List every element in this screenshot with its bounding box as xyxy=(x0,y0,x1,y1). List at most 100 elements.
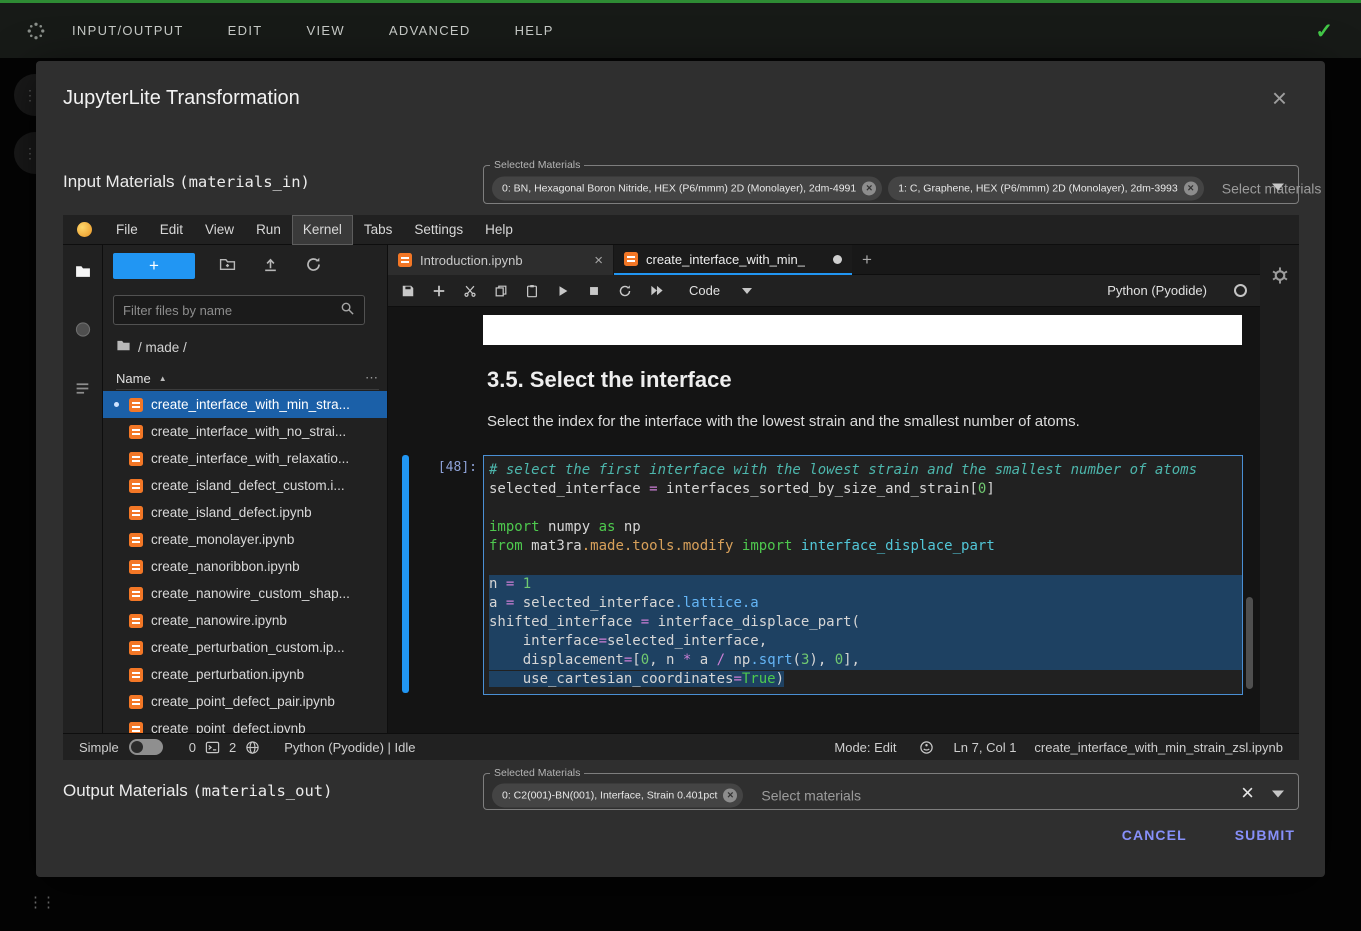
file-browser-actions xyxy=(219,256,322,276)
file-list-item[interactable]: create_monolayer.ipynb xyxy=(103,526,387,553)
topbar-menu-edit[interactable]: EDIT xyxy=(228,23,263,38)
input-materials-select[interactable]: Selected Materials 0: BN, Hexagonal Boro… xyxy=(483,159,1299,204)
code-editor[interactable]: # select the first interface with the lo… xyxy=(489,461,1242,689)
ellipsis-icon[interactable]: ⋯ xyxy=(365,370,379,386)
new-folder-icon[interactable] xyxy=(219,256,236,276)
jupyter-menu-tabs[interactable]: Tabs xyxy=(353,215,404,245)
file-list-item[interactable]: create_interface_with_no_strai... xyxy=(103,418,387,445)
drag-handle[interactable]: ⋮⋮ xyxy=(28,893,54,911)
sort-ascending-icon: ▲ xyxy=(159,374,167,383)
upload-icon[interactable] xyxy=(262,256,279,276)
chevron-down-icon[interactable] xyxy=(1272,791,1284,798)
terminal-icon xyxy=(205,740,220,755)
jupyter-menu-view[interactable]: View xyxy=(194,215,245,245)
file-filter-input[interactable] xyxy=(123,303,340,318)
name-column-header[interactable]: Name xyxy=(116,371,151,386)
output-materials-select[interactable]: Selected Materials 0: C2(001)-BN(001), I… xyxy=(483,767,1299,810)
app-logo-icon[interactable] xyxy=(26,21,46,41)
file-list-item[interactable]: create_interface_with_relaxatio... xyxy=(103,445,387,472)
run-icon[interactable] xyxy=(556,284,570,298)
file-browser-tab-icon[interactable] xyxy=(74,263,91,283)
tab-create-interface[interactable]: create_interface_with_min_ xyxy=(614,245,852,275)
notebook-scrollbar[interactable] xyxy=(1246,597,1253,689)
paste-icon[interactable] xyxy=(525,284,539,298)
file-filter-box[interactable] xyxy=(113,295,365,325)
restart-run-all-icon[interactable] xyxy=(649,283,664,298)
input-chip-list: 0: BN, Hexagonal Boron Nitride, HEX (P6/… xyxy=(492,176,1204,200)
table-of-contents-tab-icon[interactable] xyxy=(74,380,91,400)
file-list-item[interactable]: create_island_defect.ipynb xyxy=(103,499,387,526)
chip-delete-icon[interactable]: × xyxy=(723,788,737,802)
file-list-item[interactable]: create_island_defect_custom.i... xyxy=(103,472,387,499)
input-materials-label: Input Materials (materials_in) xyxy=(63,172,310,192)
code-line-text: interface=selected_interface, xyxy=(489,633,767,649)
file-list-item[interactable]: create_point_defect_pair.ipynb xyxy=(103,688,387,715)
material-chip[interactable]: 0: C2(001)-BN(001), Interface, Strain 0.… xyxy=(492,783,743,807)
stop-icon[interactable] xyxy=(587,284,601,298)
cell-execution-prompt: [48]: xyxy=(416,460,477,475)
topbar-menus: INPUT/OUTPUT EDIT VIEW ADVANCED HELP xyxy=(72,23,598,38)
new-launcher-button[interactable]: + xyxy=(113,253,195,279)
save-icon[interactable] xyxy=(401,284,415,298)
code-line: # select the first interface with the lo… xyxy=(489,461,1242,480)
status-circle-icon[interactable] xyxy=(919,740,934,755)
submit-button[interactable]: SUBMIT xyxy=(1235,827,1295,843)
file-list-item[interactable]: create_point_defect.ipynb xyxy=(103,715,387,733)
file-list-item[interactable]: create_interface_with_min_stra... xyxy=(103,391,387,418)
settings-gear-icon[interactable] xyxy=(1271,267,1288,287)
chip-delete-icon[interactable]: × xyxy=(1184,181,1198,195)
file-list-item[interactable]: create_perturbation.ipynb xyxy=(103,661,387,688)
insert-cell-icon[interactable] xyxy=(432,284,446,298)
kernel-status-icon[interactable] xyxy=(1234,284,1247,297)
jupyter-status-bar: Simple 0 2 Python (Pyodide) | Idle Mode:… xyxy=(63,733,1299,760)
unsaved-changes-dot[interactable] xyxy=(833,255,842,264)
topbar-menu-view[interactable]: VIEW xyxy=(306,23,344,38)
file-list-item[interactable]: create_nanoribbon.ipynb xyxy=(103,553,387,580)
jupyter-menu-edit[interactable]: Edit xyxy=(149,215,194,245)
notebook-file-icon xyxy=(624,252,638,266)
copy-icon[interactable] xyxy=(494,284,508,298)
jupyter-menu-kernel[interactable]: Kernel xyxy=(292,215,353,245)
jupyter-menu-settings[interactable]: Settings xyxy=(403,215,474,245)
code-cell[interactable]: # select the first interface with the lo… xyxy=(483,455,1243,695)
topbar-menu-help[interactable]: HELP xyxy=(515,23,554,38)
chevron-down-icon[interactable] xyxy=(1272,184,1284,191)
topbar-menu-advanced[interactable]: ADVANCED xyxy=(389,23,471,38)
material-chip[interactable]: 1: C, Graphene, HEX (P6/mmm) 2D (Monolay… xyxy=(888,176,1204,200)
topbar-menu-input-output[interactable]: INPUT/OUTPUT xyxy=(72,23,184,38)
kernel-status-text[interactable]: Python (Pyodide) | Idle xyxy=(284,740,415,755)
cancel-button[interactable]: CANCEL xyxy=(1122,827,1187,843)
simple-mode-toggle[interactable] xyxy=(129,739,163,755)
file-list-header[interactable]: Name ▲ ⋯ xyxy=(116,367,379,390)
close-icon[interactable]: × xyxy=(1272,85,1287,111)
breadcrumb[interactable]: / made / xyxy=(116,338,187,356)
file-list-item[interactable]: create_nanowire.ipynb xyxy=(103,607,387,634)
cell-type-dropdown[interactable]: Code xyxy=(689,283,752,298)
clear-selection-icon[interactable]: × xyxy=(1241,780,1254,806)
add-tab-button[interactable]: + xyxy=(852,245,882,274)
cut-icon[interactable] xyxy=(463,284,477,298)
cell-collapser[interactable] xyxy=(402,455,409,693)
output-select-placeholder[interactable]: Select materials xyxy=(761,787,861,803)
refresh-icon[interactable] xyxy=(305,256,322,276)
jupyter-menu-help[interactable]: Help xyxy=(474,215,524,245)
notebook-file-icon xyxy=(129,587,143,601)
kernel-name[interactable]: Python (Pyodide) xyxy=(1107,283,1207,298)
restart-kernel-icon[interactable] xyxy=(618,284,632,298)
code-line: selected_interface = interfaces_sorted_b… xyxy=(489,480,1242,499)
terminals-count[interactable]: 0 xyxy=(189,740,196,755)
simple-mode-label: Simple xyxy=(79,740,119,755)
file-list-item[interactable]: create_perturbation_custom.ip... xyxy=(103,634,387,661)
chip-delete-icon[interactable]: × xyxy=(862,181,876,195)
running-sessions-tab-icon[interactable] xyxy=(74,321,91,341)
tab-introduction[interactable]: Introduction.ipynb × xyxy=(388,245,614,275)
close-icon[interactable]: × xyxy=(594,252,603,269)
code-line: a = selected_interface.lattice.a xyxy=(489,594,1242,613)
file-list-item[interactable]: create_nanowire_custom_shap... xyxy=(103,580,387,607)
notebook-file-icon xyxy=(129,641,143,655)
material-chip[interactable]: 0: BN, Hexagonal Boron Nitride, HEX (P6/… xyxy=(492,176,882,200)
apply-check-icon[interactable]: ✓ xyxy=(1315,19,1333,44)
jupyter-menu-file[interactable]: File xyxy=(105,215,149,245)
jupyter-menu-run[interactable]: Run xyxy=(245,215,292,245)
kernels-count[interactable]: 2 xyxy=(229,740,236,755)
